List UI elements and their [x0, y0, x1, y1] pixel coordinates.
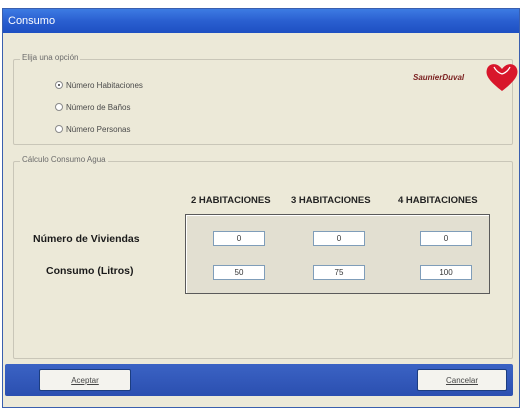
brand-name: SaunierDuval — [413, 73, 465, 82]
viviendas-3hab-input[interactable]: 0 — [313, 231, 365, 246]
window-title: Consumo — [3, 9, 519, 33]
button-bar: Aceptar Cancelar — [5, 364, 513, 396]
radio-selected-icon — [55, 81, 63, 89]
consumo-3hab-input[interactable]: 75 — [313, 265, 365, 280]
viviendas-4hab-input[interactable]: 0 — [420, 231, 472, 246]
values-grid — [185, 214, 490, 294]
radio-unselected-icon — [55, 103, 63, 111]
radio-label: Número de Baños — [66, 102, 131, 112]
radio-numero-habitaciones[interactable]: Número Habitaciones — [55, 79, 143, 91]
viviendas-2hab-input[interactable]: 0 — [213, 231, 265, 246]
options-group-label: Elija una opción — [20, 53, 81, 62]
consumo-dialog: Consumo Elija una opción Número Habitaci… — [2, 8, 520, 408]
cancel-button[interactable]: Cancelar — [417, 369, 507, 391]
brand-logo: SaunierDuval — [413, 61, 521, 93]
column-header-3-habitaciones: 3 HABITACIONES — [291, 195, 371, 206]
row-label-consumo: Consumo (Litros) — [46, 265, 134, 277]
column-header-2-habitaciones: 2 HABITACIONES — [191, 195, 271, 206]
radio-numero-banos[interactable]: Número de Baños — [55, 101, 130, 113]
consumo-2hab-input[interactable]: 50 — [213, 265, 265, 280]
radio-label: Número Habitaciones — [66, 80, 143, 90]
calc-group-label: Cálculo Consumo Agua — [20, 155, 108, 164]
consumo-4hab-input[interactable]: 100 — [420, 265, 472, 280]
radio-numero-personas[interactable]: Número Personas — [55, 123, 130, 135]
radio-unselected-icon — [55, 125, 63, 133]
column-header-4-habitaciones: 4 HABITACIONES — [398, 195, 478, 206]
radio-label: Número Personas — [66, 124, 131, 134]
accept-button[interactable]: Aceptar — [39, 369, 131, 391]
heart-logo-icon — [486, 64, 518, 91]
row-label-viviendas: Número de Viviendas — [33, 233, 140, 245]
